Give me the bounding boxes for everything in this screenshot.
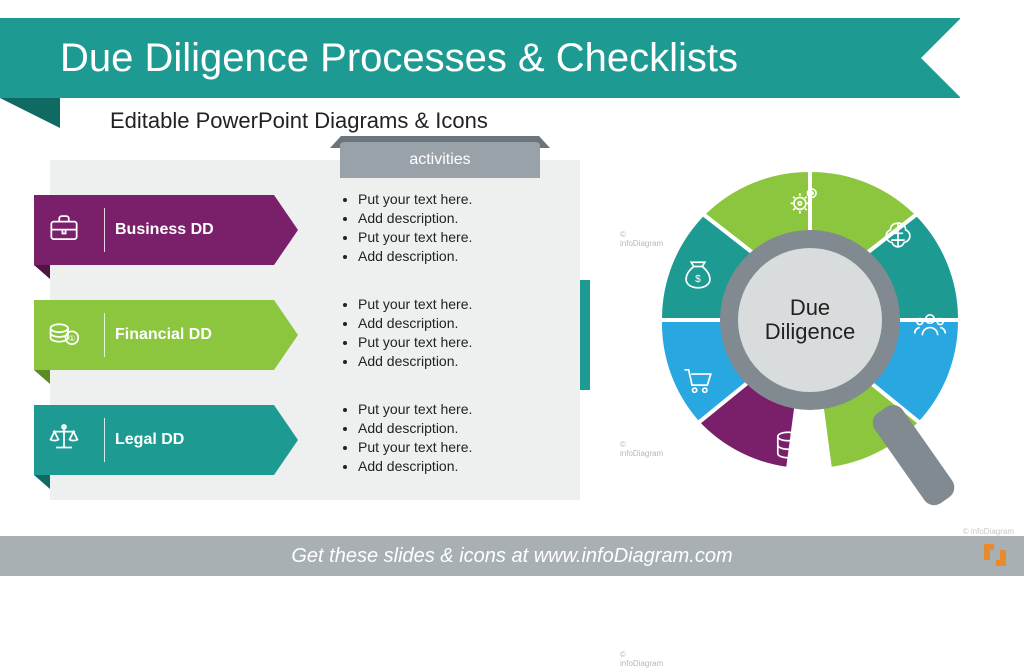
row-label: Business DD [115,221,214,239]
bullet: Add description. [358,352,560,371]
watermark: © infoDiagram [620,650,663,668]
bullet: Add description. [358,247,560,266]
divider [104,208,105,252]
brain-icon [878,215,918,255]
arrow-financial-dd: ① Financial DD [34,300,274,370]
bullets-financial-dd: © infoDiagram Put your text here. Add de… [340,295,560,371]
divider [104,313,105,357]
database-icon [768,425,808,465]
scales-icon [34,419,94,462]
bullet: Add description. [358,419,560,438]
footer-text: Get these slides & icons at www.infoDiag… [291,545,732,568]
bullet: Put your text here. [358,438,560,457]
title-ribbon: Due Diligence Processes & Checklists [0,18,960,98]
footer-bar: Get these slides & icons at www.infoDiag… [0,536,1024,576]
checklist-panel: activities Business DD [50,160,580,500]
people-icon [910,305,950,345]
bullet: Add description. [358,209,560,228]
row-fold [34,370,50,384]
row-label: Financial DD [115,326,212,344]
bullet: Put your text here. [358,228,560,247]
column-header-activities: activities [340,142,540,178]
row-financial-dd: ① Financial DD [34,300,274,370]
briefcase-icon [34,209,94,252]
svg-text:①: ① [68,333,75,342]
moneybag-icon: $ [678,255,718,295]
page-title: Due Diligence Processes & Checklists [0,18,960,98]
bullets-legal-dd: © infoDiagram Put your text here. Add de… [340,400,560,476]
bullet: Put your text here. [358,400,560,419]
bullet: Add description. [358,314,560,333]
svg-text:$: $ [695,274,701,285]
arrow-business-dd: Business DD [34,195,274,265]
arrow-legal-dd: Legal DD [34,405,274,475]
page-subtitle: Editable PowerPoint Diagrams & Icons [110,108,488,134]
bullet: Put your text here. [358,295,560,314]
ribbon-fold [0,98,60,128]
infodiagram-logo-icon [980,540,1010,570]
watermark: © infoDiagram [963,527,1014,536]
panel-accent [580,280,590,390]
gears-icon [785,180,825,220]
bullet: Put your text here. [358,333,560,352]
due-diligence-wheel: $ DueDiligence [640,150,980,490]
magnifier-lens: DueDiligence [720,230,900,410]
row-label: Legal DD [115,431,184,449]
row-business-dd: Business DD [34,195,274,265]
coins-icon: ① [34,314,94,357]
row-fold [34,265,50,279]
bullet: Put your text here. [358,190,560,209]
divider [104,418,105,462]
bullets-business-dd: © infoDiagram Put your text here. Add de… [340,190,560,266]
row-legal-dd: Legal DD [34,405,274,475]
row-fold [34,475,50,489]
wheel-center-label: DueDiligence [765,296,856,344]
bullet: Add description. [358,457,560,476]
cart-icon [678,360,718,400]
